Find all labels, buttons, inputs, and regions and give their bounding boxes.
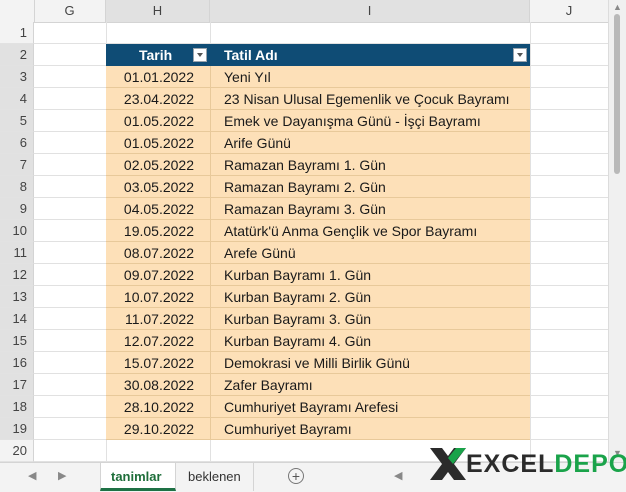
- row-header[interactable]: 6: [0, 132, 34, 154]
- scroll-thumb[interactable]: [614, 14, 620, 174]
- header-date-label: Tarih: [139, 47, 173, 63]
- cell-grid[interactable]: Tarih Tatil Adı 01.01.2022 Yeni Yıl 23.04.…: [34, 22, 608, 462]
- cell-date[interactable]: 09.07.2022: [106, 264, 210, 286]
- cell-date[interactable]: 19.05.2022: [106, 220, 210, 242]
- scroll-left-icon[interactable]: ◀: [394, 469, 402, 482]
- cell-holiday-name[interactable]: Arife Günü: [210, 132, 530, 154]
- row-header[interactable]: 8: [0, 176, 34, 198]
- plus-icon[interactable]: +: [288, 468, 304, 484]
- cell-date[interactable]: 30.08.2022: [106, 374, 210, 396]
- prev-sheet-icon[interactable]: ◀: [28, 469, 36, 482]
- cell-date[interactable]: 15.07.2022: [106, 352, 210, 374]
- cell-holiday-name[interactable]: Cumhuriyet Bayramı: [210, 418, 530, 440]
- spreadsheet-window: G H I J 1 2 3 4 5 6 7 8 9 10 11 12 13 14 15 16 17 18 19 20 …: [0, 0, 626, 492]
- cell-holiday-name[interactable]: Emek ve Dayanışma Günü - İşçi Bayramı: [210, 110, 530, 132]
- cell-holiday-name[interactable]: Kurban Bayramı 1. Gün: [210, 264, 530, 286]
- column-header-bar: G H I J: [0, 0, 608, 23]
- cell-date[interactable]: 01.05.2022: [106, 132, 210, 154]
- cell-holiday-name[interactable]: Kurban Bayramı 3. Gün: [210, 308, 530, 330]
- gridline: [530, 22, 531, 462]
- sheet-tab-tanimlar[interactable]: tanimlar: [100, 463, 176, 491]
- logo-x-icon: [430, 448, 466, 480]
- cell-holiday-name[interactable]: Cumhuriyet Bayramı Arefesi: [210, 396, 530, 418]
- sheet-tab-beklenen[interactable]: beklenen: [178, 463, 254, 491]
- row-header[interactable]: 9: [0, 198, 34, 220]
- cell-date[interactable]: 29.10.2022: [106, 418, 210, 440]
- row-header[interactable]: 5: [0, 110, 34, 132]
- row-header[interactable]: 2: [0, 44, 34, 66]
- column-header-i[interactable]: I: [210, 0, 530, 22]
- cell-holiday-name[interactable]: Ramazan Bayramı 3. Gün: [210, 198, 530, 220]
- row-header[interactable]: 10: [0, 220, 34, 242]
- column-separator: [210, 66, 211, 440]
- row-header[interactable]: 15: [0, 330, 34, 352]
- cell-holiday-name[interactable]: Ramazan Bayramı 1. Gün: [210, 154, 530, 176]
- cell-date[interactable]: 10.07.2022: [106, 286, 210, 308]
- row-header[interactable]: 7: [0, 154, 34, 176]
- row-header[interactable]: 1: [0, 22, 34, 44]
- row-header[interactable]: 16: [0, 352, 34, 374]
- filter-dropdown-icon[interactable]: [193, 48, 207, 62]
- logo-text-depo: DEPO: [554, 450, 626, 478]
- cell-date[interactable]: 04.05.2022: [106, 198, 210, 220]
- row-header[interactable]: 12: [0, 264, 34, 286]
- cell-date[interactable]: 08.07.2022: [106, 242, 210, 264]
- select-all-corner[interactable]: [0, 0, 35, 22]
- row-header[interactable]: 17: [0, 374, 34, 396]
- column-header-j[interactable]: J: [530, 0, 608, 22]
- row-header[interactable]: 4: [0, 88, 34, 110]
- cell-date[interactable]: 03.05.2022: [106, 176, 210, 198]
- filter-dropdown-icon[interactable]: [513, 48, 527, 62]
- cell-date[interactable]: 01.05.2022: [106, 110, 210, 132]
- cell-holiday-name[interactable]: Zafer Bayramı: [210, 374, 530, 396]
- cell-date[interactable]: 12.07.2022: [106, 330, 210, 352]
- cell-date[interactable]: 23.04.2022: [106, 88, 210, 110]
- cell-holiday-name[interactable]: Arefe Günü: [210, 242, 530, 264]
- row-header[interactable]: 18: [0, 396, 34, 418]
- scroll-up-icon[interactable]: ▲: [613, 2, 622, 12]
- row-header[interactable]: 19: [0, 418, 34, 440]
- table-header-name: Tatil Adı: [210, 44, 530, 66]
- row-header[interactable]: 20: [0, 440, 34, 462]
- row-header[interactable]: 14: [0, 308, 34, 330]
- cell-holiday-name[interactable]: Demokrasi ve Milli Birlik Günü: [210, 352, 530, 374]
- cell-date[interactable]: 02.05.2022: [106, 154, 210, 176]
- row-header[interactable]: 11: [0, 242, 34, 264]
- next-sheet-icon[interactable]: ▶: [58, 469, 66, 482]
- cell-holiday-name[interactable]: Yeni Yıl: [210, 66, 530, 88]
- cell-holiday-name[interactable]: 23 Nisan Ulusal Egemenlik ve Çocuk Bayra…: [210, 88, 530, 110]
- header-name-label: Tatil Adı: [224, 47, 278, 63]
- row-header[interactable]: 13: [0, 286, 34, 308]
- excel-depo-logo: EXCELDEPO: [428, 444, 626, 484]
- row-header[interactable]: 3: [0, 66, 34, 88]
- table-header-date: Tarih: [106, 44, 210, 66]
- logo-wordmark: EXCELDEPO: [466, 450, 626, 478]
- cell-holiday-name[interactable]: Kurban Bayramı 2. Gün: [210, 286, 530, 308]
- cell-date[interactable]: 01.01.2022: [106, 66, 210, 88]
- cell-date[interactable]: 28.10.2022: [106, 396, 210, 418]
- column-header-h[interactable]: H: [106, 0, 210, 22]
- vertical-scrollbar[interactable]: ▲ ▼: [608, 0, 626, 462]
- logo-text-excel: EXCEL: [466, 450, 555, 478]
- cell-holiday-name[interactable]: Ramazan Bayramı 2. Gün: [210, 176, 530, 198]
- cell-date[interactable]: 11.07.2022: [106, 308, 210, 330]
- column-header-g[interactable]: G: [34, 0, 106, 22]
- cell-holiday-name[interactable]: Atatürk'ü Anma Gençlik ve Spor Bayramı: [210, 220, 530, 242]
- cell-holiday-name[interactable]: Kurban Bayramı 4. Gün: [210, 330, 530, 352]
